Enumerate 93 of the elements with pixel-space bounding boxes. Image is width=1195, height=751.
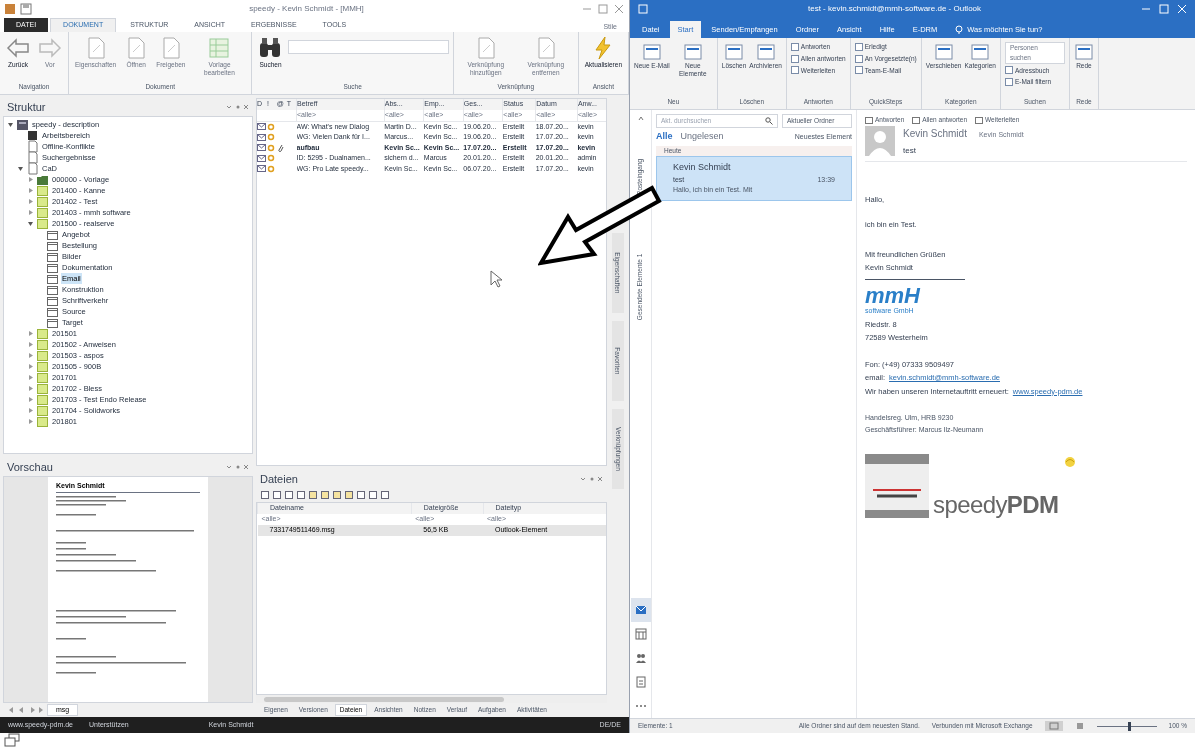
forward-arrow-icon: [38, 36, 62, 60]
project-folder-icon: [36, 371, 49, 384]
folder-icon: [46, 261, 59, 274]
expand-toggle-icon[interactable]: [27, 209, 34, 216]
folder-icon: [46, 239, 59, 252]
expand-toggle-icon[interactable]: [27, 418, 34, 425]
pane-options-icon[interactable]: [579, 475, 603, 483]
project-folder-icon: [36, 195, 49, 208]
folder-icon: [46, 228, 59, 241]
pane-options-icon[interactable]: [225, 463, 249, 471]
large-command-icon: [641, 42, 662, 62]
collapse-toggle-icon[interactable]: [27, 220, 34, 227]
expand-toggle-icon[interactable]: [27, 374, 34, 381]
collapse-toggle-icon[interactable]: [17, 165, 24, 172]
spreadsheet-icon: [207, 36, 232, 60]
large-command-icon: [755, 42, 776, 62]
restore-window-icon[interactable]: [4, 733, 20, 747]
page-icon: [26, 140, 39, 153]
project-folder-icon: [36, 206, 49, 219]
large-command-icon: [933, 42, 954, 62]
expand-toggle-icon[interactable]: [27, 385, 34, 392]
expand-toggle-icon[interactable]: [27, 352, 34, 359]
expand-toggle-icon[interactable]: [27, 330, 34, 337]
large-command-icon: [724, 42, 745, 62]
page-icon: [26, 151, 39, 164]
project-folder-icon: [36, 338, 49, 351]
database-icon: [16, 118, 29, 131]
reply-icon: [975, 116, 984, 124]
collapse-chevron-icon[interactable]: [636, 114, 645, 122]
calendar-icon: [633, 627, 648, 641]
page-navigation-icon[interactable]: [7, 706, 43, 714]
mail-nav-button[interactable]: [630, 598, 651, 622]
slider-thumb[interactable]: [1127, 721, 1131, 731]
collapse-toggle-icon[interactable]: [7, 121, 14, 128]
app-icon: [4, 3, 16, 15]
back-arrow-icon: [6, 36, 30, 60]
large-command-icon: [1073, 42, 1094, 62]
folder-icon: [46, 250, 59, 263]
window-title: test - kevin.schmidt@mmh-software.de - Outlook: [806, 3, 983, 15]
window-title: speedy - Kevin Schmidt - [MMH]: [248, 3, 365, 15]
project-folder-icon: [36, 404, 49, 417]
pane-options-icon[interactable]: [225, 103, 249, 111]
expand-toggle-icon[interactable]: [27, 198, 34, 205]
lightbulb-icon: [955, 24, 964, 35]
page-icon: [26, 162, 39, 175]
reply-icon: [865, 116, 873, 124]
expand-toggle-icon[interactable]: [27, 341, 34, 348]
project-folder-icon: [36, 393, 49, 406]
reply-icon: [912, 116, 921, 124]
search-field[interactable]: [288, 40, 449, 54]
project-folder-icon: [36, 382, 49, 395]
horizontal-scrollbar[interactable]: [264, 696, 504, 702]
folder-icon: [46, 305, 59, 318]
pane-title: Struktur: [7, 99, 47, 115]
folder-icon: [46, 283, 59, 296]
filter-tab[interactable]: Ungelesen: [680, 130, 724, 144]
expand-toggle-icon[interactable]: [27, 363, 34, 370]
project-folder-icon: [36, 217, 49, 230]
expand-toggle-icon[interactable]: [27, 187, 34, 194]
expand-toggle-icon[interactable]: [27, 407, 34, 414]
project-folder-icon: [36, 415, 49, 428]
folder-icon: [46, 272, 59, 285]
sender-name: Kevin Schmidt: [903, 127, 967, 141]
people-icon: [633, 651, 648, 665]
large-command-icon: [970, 42, 991, 62]
maximize-icon[interactable]: [597, 3, 609, 15]
cursor-icon: [490, 270, 504, 288]
large-command-icon: [682, 42, 703, 62]
avatar-silhouette: [865, 126, 895, 156]
project-folder-icon: [36, 349, 49, 362]
folder-icon: [46, 316, 59, 329]
template-folder-icon: [36, 173, 49, 186]
mail-icon: [633, 603, 648, 617]
pane-title: Vorschau: [7, 459, 54, 475]
search-icon: [765, 117, 773, 125]
message-sender: Kevin Schmidt: [673, 161, 732, 174]
pane-title: Dateien: [260, 471, 299, 487]
project-folder-icon: [36, 184, 49, 197]
binoculars-icon: [258, 36, 283, 60]
product-logo: speedyPDM: [933, 491, 1059, 518]
save-icon[interactable]: [20, 3, 32, 15]
award-badge-drawing: [865, 453, 929, 518]
clipboard-icon: [633, 675, 648, 689]
email-subject: test: [903, 145, 917, 157]
close-icon[interactable]: [613, 3, 625, 15]
reading-view-icon[interactable]: [1074, 721, 1085, 731]
project-folder-icon: [36, 327, 49, 340]
project-folder-icon: [36, 360, 49, 373]
expand-toggle-icon[interactable]: [27, 396, 34, 403]
cube-icon: [26, 129, 39, 142]
normal-view-icon[interactable]: [1044, 721, 1063, 731]
filter-tab[interactable]: Alle: [656, 130, 673, 144]
folder-icon: [46, 294, 59, 307]
